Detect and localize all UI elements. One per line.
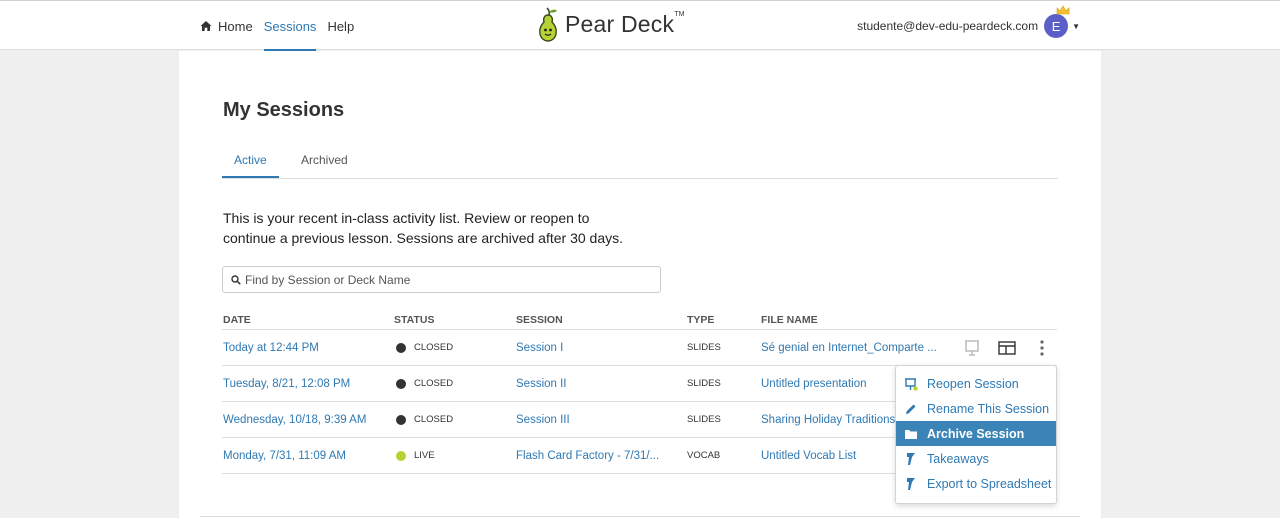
dashboard-icon[interactable] <box>995 336 1019 360</box>
status-dot <box>396 342 406 353</box>
intro-text: This is your recent in-class activity li… <box>223 210 624 246</box>
row-type: SLIDES <box>687 414 721 425</box>
menu-takeaways[interactable]: Takeaways <box>896 446 1056 471</box>
avatar[interactable]: E <box>1044 5 1070 38</box>
row-status: CLOSED <box>394 402 514 437</box>
export-icon <box>904 477 918 491</box>
menu-archive-session[interactable]: Archive Session <box>896 421 1056 446</box>
row-status: LIVE <box>394 438 514 473</box>
reopen-icon <box>904 377 918 391</box>
search-icon <box>231 274 241 285</box>
user-email: studente@dev-edu-peardeck.com <box>857 19 1039 33</box>
row-date[interactable]: Tuesday, 8/21, 12:08 PM <box>223 366 391 401</box>
row-date[interactable]: Today at 12:44 PM <box>223 330 391 365</box>
top-navigation-bar: Home Sessions Help Pear DeckTM studente@… <box>0 0 1280 51</box>
status-label: LIVE <box>414 450 435 461</box>
menu-item-label: Rename This Session <box>927 401 1050 416</box>
row-type: VOCAB <box>687 450 721 461</box>
user-menu[interactable]: studente@dev-edu-peardeck.com E ▼ <box>857 1 1080 51</box>
divider <box>200 516 1080 517</box>
nav-help-label: Help <box>327 18 355 34</box>
nav-sessions[interactable]: Sessions <box>263 1 317 51</box>
row-date[interactable]: Monday, 7/31, 11:09 AM <box>223 438 391 473</box>
menu-item-label: Takeaways <box>927 451 989 466</box>
header-session[interactable]: SESSION <box>516 311 666 329</box>
row-date[interactable]: Wednesday, 10/18, 9:39 AM <box>223 402 391 437</box>
folder-icon <box>904 427 918 441</box>
row-type: SLIDES <box>687 342 721 353</box>
chevron-down-icon[interactable]: ▼ <box>1072 22 1080 31</box>
row-status: CLOSED <box>394 366 514 401</box>
session-options-menu: Reopen Session Rename This Session Archi… <box>895 365 1057 504</box>
menu-item-label: Archive Session <box>927 426 1025 441</box>
tab-archived[interactable]: Archived <box>289 147 360 178</box>
page-title: My Sessions <box>223 99 345 121</box>
status-label: CLOSED <box>414 378 454 389</box>
row-status: CLOSED <box>394 330 514 365</box>
status-dot <box>396 414 406 425</box>
nav-sessions-label: Sessions <box>263 18 317 34</box>
row-type: SLIDES <box>687 378 721 389</box>
status-label: CLOSED <box>414 414 454 425</box>
header-date[interactable]: DATE <box>223 311 391 329</box>
status-dot <box>396 450 406 461</box>
header-status[interactable]: STATUS <box>394 311 514 329</box>
menu-export-spreadsheet[interactable]: Export to Spreadsheet <box>896 471 1056 496</box>
present-icon[interactable] <box>960 336 984 360</box>
menu-reopen-session[interactable]: Reopen Session <box>896 371 1056 396</box>
menu-item-label: Export to Spreadsheet <box>927 476 1052 491</box>
search-box[interactable] <box>222 266 661 293</box>
main-nav: Home Sessions Help <box>200 1 365 51</box>
more-options-icon[interactable] <box>1030 336 1054 360</box>
pencil-icon <box>904 402 918 416</box>
table-row: Today at 12:44 PM CLOSED Session I SLIDE… <box>222 330 1057 366</box>
nav-home[interactable]: Home <box>200 1 253 51</box>
menu-rename-session[interactable]: Rename This Session <box>896 396 1056 421</box>
row-session[interactable]: Session II <box>516 366 666 401</box>
menu-item-label: Reopen Session <box>927 376 1019 391</box>
brand-name: Pear DeckTM <box>565 10 685 37</box>
crown-icon <box>1056 5 1070 15</box>
row-file-name[interactable]: Sé genial en Internet_Comparte ... <box>761 330 943 365</box>
status-label: CLOSED <box>414 342 454 353</box>
row-session[interactable]: Session III <box>516 402 666 437</box>
search-input[interactable] <box>245 272 645 287</box>
pear-deck-logo[interactable]: Pear DeckTM <box>537 5 685 43</box>
session-tabs: Active Archived <box>222 147 1058 179</box>
row-actions <box>960 330 1065 366</box>
status-dot <box>396 378 406 389</box>
nav-home-label: Home <box>218 18 253 34</box>
tab-active[interactable]: Active <box>222 147 279 178</box>
home-icon <box>200 21 212 31</box>
row-session[interactable]: Session I <box>516 330 666 365</box>
trademark: TM <box>674 10 685 18</box>
pear-icon <box>539 7 557 42</box>
takeaways-icon <box>904 452 918 466</box>
avatar-initial: E <box>1051 18 1061 34</box>
header-type[interactable]: TYPE <box>687 311 757 329</box>
table-header: DATE STATUS SESSION TYPE FILE NAME <box>222 311 1057 330</box>
nav-help[interactable]: Help <box>327 1 354 51</box>
row-session[interactable]: Flash Card Factory - 7/31/... <box>516 438 666 473</box>
header-file-name[interactable]: FILE NAME <box>761 311 943 329</box>
